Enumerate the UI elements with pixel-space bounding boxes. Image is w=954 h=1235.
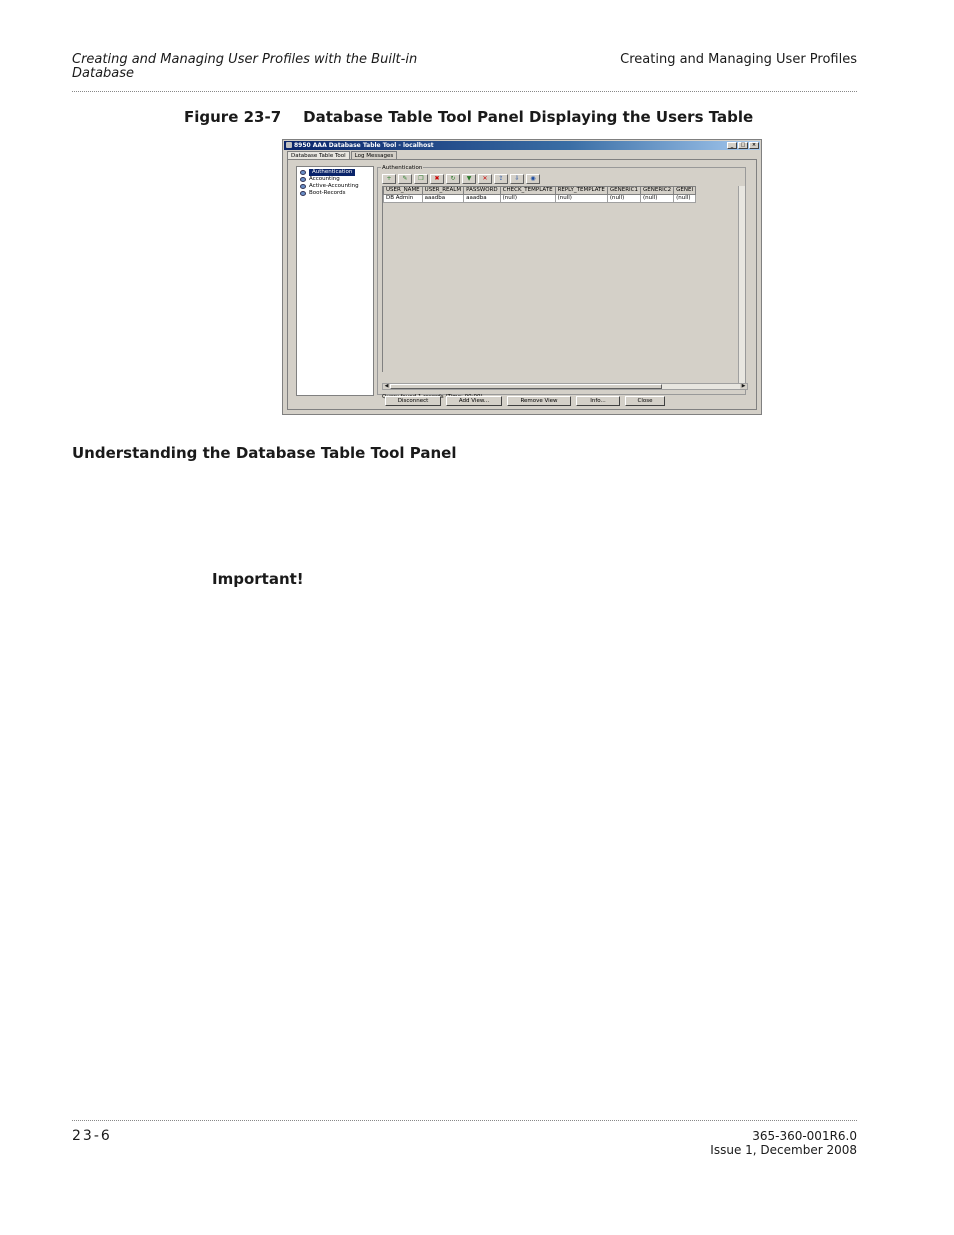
table-cell[interactable]: DB Admin xyxy=(383,194,423,203)
delete-icon[interactable]: ✖ xyxy=(430,174,444,184)
group-title: Authentication xyxy=(381,165,424,171)
table-cell[interactable]: aaadba xyxy=(421,194,465,203)
close-button[interactable]: Close xyxy=(625,396,665,406)
database-icon xyxy=(300,184,306,189)
doc-number: 365-360-001R6.0 xyxy=(752,1129,857,1143)
figure-caption: Figure 23-7 Database Table Tool Panel Dis… xyxy=(184,108,753,126)
export-icon[interactable]: ⇪ xyxy=(494,174,508,184)
column-header[interactable]: GENEI xyxy=(673,186,697,195)
database-icon xyxy=(300,191,306,196)
table-header-row: USER_NAME USER_REALM PASSWORD CHECK_TEMPLAT… xyxy=(383,186,697,195)
column-header[interactable]: USER_REALM xyxy=(421,186,465,195)
column-header[interactable]: PASSWORD xyxy=(463,186,501,195)
tree-item-active-accounting[interactable]: Active-Accounting xyxy=(300,183,359,190)
figure-title: Database Table Tool Panel Displaying the… xyxy=(303,108,754,126)
app-icon xyxy=(286,142,292,148)
figure-label: Figure 23-7 xyxy=(184,108,282,126)
issue-date: Issue 1, December 2008 xyxy=(710,1143,857,1157)
page-number: 23-6 xyxy=(72,1128,112,1144)
disconnect-button[interactable]: Disconnect xyxy=(385,396,441,406)
view-icon[interactable]: ◉ xyxy=(526,174,540,184)
table-cell[interactable]: (null) xyxy=(640,194,675,203)
table-row[interactable]: DB Admin aaadba aaadba (null) (null) (null) (n… xyxy=(383,194,697,203)
running-header-right: Creating and Managing User Profiles xyxy=(620,52,857,67)
table-cell[interactable]: aaadba xyxy=(463,194,501,203)
database-icon xyxy=(300,177,306,182)
column-header[interactable]: GENERIC1 xyxy=(606,186,642,195)
column-header[interactable]: USER_NAME xyxy=(383,186,423,195)
info-button[interactable]: Info... xyxy=(576,396,620,406)
add-icon[interactable]: + xyxy=(382,174,396,184)
footer-rule xyxy=(72,1120,857,1121)
window-title: 8950 AAA Database Table Tool - localhost xyxy=(294,142,434,149)
table-tree: Authentication Accounting Active-Account… xyxy=(296,166,374,396)
clear-filter-icon[interactable]: ✕ xyxy=(478,174,492,184)
remove-view-button[interactable]: Remove View xyxy=(507,396,571,406)
document-id: 365-360-001R6.0 Issue 1, December 2008 xyxy=(710,1129,857,1157)
add-view-button[interactable]: Add View... xyxy=(446,396,502,406)
tree-item-accounting[interactable]: Accounting xyxy=(300,176,340,183)
important-label: Important! xyxy=(212,570,304,588)
edit-icon[interactable]: ✎ xyxy=(398,174,412,184)
tree-item-boot-records[interactable]: Boot-Records xyxy=(300,190,346,197)
horizontal-scrollbar[interactable]: ◀ ▶ xyxy=(382,383,748,390)
tree-item-authentication[interactable]: Authentication xyxy=(300,169,356,176)
tab-content: Authentication Accounting Active-Account… xyxy=(287,159,757,410)
copy-icon[interactable]: ❐ xyxy=(414,174,428,184)
close-window-button[interactable]: × xyxy=(749,142,759,149)
database-icon xyxy=(300,170,306,175)
section-title: Understanding the Database Table Tool Pa… xyxy=(72,444,457,462)
column-header[interactable]: GENERIC2 xyxy=(640,186,675,195)
scroll-left-icon[interactable]: ◀ xyxy=(383,384,390,389)
table-cell[interactable]: (null) xyxy=(606,194,642,203)
import-icon[interactable]: ⇩ xyxy=(510,174,524,184)
minimize-button[interactable]: _ xyxy=(727,142,737,149)
table-cell[interactable]: (null) xyxy=(554,194,608,203)
action-buttons: Disconnect Add View... Remove View Info.… xyxy=(385,396,665,406)
column-header[interactable]: REPLY_TEMPLATE xyxy=(554,186,608,195)
vertical-scrollbar[interactable] xyxy=(738,186,745,383)
table-cell[interactable]: (null) xyxy=(673,194,697,203)
database-table-tool-window: 8950 AAA Database Table Tool - localhost… xyxy=(282,139,762,415)
maximize-button[interactable]: □ xyxy=(738,142,748,149)
table-cell[interactable]: (null) xyxy=(499,194,556,203)
authentication-group: Authentication + ✎ ❐ ✖ ↻ ▼ ✕ ⇪ ⇩ ◉ USER_… xyxy=(377,165,748,400)
filter-icon[interactable]: ▼ xyxy=(462,174,476,184)
header-rule xyxy=(72,91,857,92)
running-header-left: Creating and Managing User Profiles with… xyxy=(72,52,418,81)
refresh-icon[interactable]: ↻ xyxy=(446,174,460,184)
window-titlebar[interactable]: 8950 AAA Database Table Tool - localhost… xyxy=(284,141,760,150)
users-table: USER_NAME USER_REALM PASSWORD CHECK_TEMPLAT… xyxy=(382,186,745,372)
table-toolbar: + ✎ ❐ ✖ ↻ ▼ ✕ ⇪ ⇩ ◉ xyxy=(382,174,540,184)
scroll-thumb[interactable] xyxy=(390,384,662,389)
column-header[interactable]: CHECK_TEMPLATE xyxy=(499,186,556,195)
scroll-right-icon[interactable]: ▶ xyxy=(740,384,747,389)
